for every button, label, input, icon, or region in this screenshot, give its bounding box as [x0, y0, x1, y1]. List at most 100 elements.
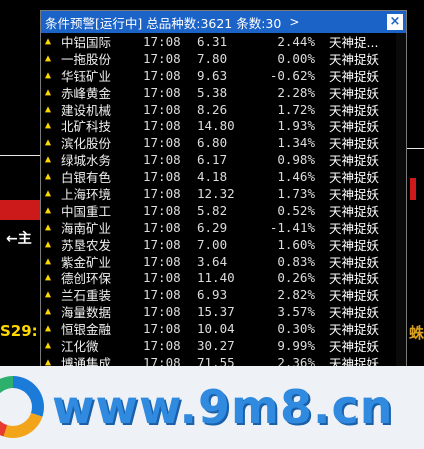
stock-price: 10.04 — [197, 321, 235, 337]
chart-candle — [0, 200, 40, 220]
alert-row[interactable]: ▲ 江化微 17:08 30.27 9.99% 天神捉妖 — [41, 337, 406, 354]
stock-price: 9.63 — [197, 67, 228, 83]
change-percent: 1.73% — [277, 185, 315, 201]
alert-row[interactable]: ▲ 恒银金融 17:08 10.04 0.30% 天神捉妖 — [41, 320, 406, 337]
up-arrow-icon: ▲ — [45, 306, 52, 318]
alert-row[interactable]: ▲ 上海环境 17:08 12.32 1.73% 天神捉妖 — [41, 185, 406, 202]
up-arrow-icon: ▲ — [45, 69, 52, 81]
stock-price: 14.80 — [197, 118, 235, 134]
stock-price: 30.27 — [197, 337, 235, 353]
alert-row[interactable]: ▲ 苏垦农发 17:08 7.00 1.60% 天神捉妖 — [41, 236, 406, 253]
alert-time: 17:08 — [143, 185, 181, 201]
stock-price: 6.93 — [197, 287, 228, 303]
alert-row[interactable]: ▲ 中国重工 17:08 5.82 0.52% 天神捉妖 — [41, 202, 406, 219]
window-title: 条件预警[运行中] 总品种数:3621 条数:30 — [45, 15, 282, 31]
alert-time: 17:08 — [143, 67, 181, 83]
alert-window[interactable]: 条件预警[运行中] 总品种数:3621 条数:30 > × ▲ 中铝国际 17:08… — [40, 10, 407, 370]
up-arrow-icon: ▲ — [45, 154, 52, 166]
stock-price: 11.40 — [197, 270, 235, 286]
alert-row[interactable]: ▲ 一拖股份 17:08 7.80 0.00% 天神捉妖 — [41, 50, 406, 67]
alert-row[interactable]: ▲ 海南矿业 17:08 6.29 -1.41% 天神捉妖 — [41, 219, 406, 236]
change-percent: 0.00% — [277, 50, 315, 66]
alert-row[interactable]: ▲ 紫金矿业 17:08 3.64 0.83% 天神捉妖 — [41, 253, 406, 270]
chart-line — [0, 155, 40, 156]
stock-price: 6.31 — [197, 33, 228, 49]
chart-label-code: S29: — [0, 322, 38, 340]
up-arrow-icon: ▲ — [45, 103, 52, 115]
alert-window-titlebar[interactable]: 条件预警[运行中] 总品种数:3621 条数:30 > — [41, 11, 406, 33]
change-percent: 1.60% — [277, 236, 315, 252]
stock-price: 6.29 — [197, 219, 228, 235]
change-percent: 2.44% — [277, 33, 315, 49]
alert-time: 17:08 — [143, 118, 181, 134]
up-arrow-icon: ▲ — [45, 339, 52, 351]
alert-row[interactable]: ▲ 白银有色 17:08 4.18 1.46% 天神捉妖 — [41, 168, 406, 185]
alert-time: 17:08 — [143, 270, 181, 286]
up-arrow-icon: ▲ — [45, 86, 52, 98]
site-logo — [0, 376, 44, 438]
alert-row[interactable]: ▲ 海量数据 17:08 15.37 3.57% 天神捉妖 — [41, 303, 406, 320]
change-percent: 0.26% — [277, 270, 315, 286]
expand-arrow-icon[interactable]: > — [289, 15, 299, 29]
stock-price: 12.32 — [197, 185, 235, 201]
chart-label-right: 蛛 — [409, 324, 424, 342]
alert-row[interactable]: ▲ 兰石重装 17:08 6.93 2.82% 天神捉妖 — [41, 286, 406, 303]
alert-time: 17:08 — [143, 337, 181, 353]
alert-time: 17:08 — [143, 101, 181, 117]
up-arrow-icon: ▲ — [45, 137, 52, 149]
close-button[interactable]: × — [387, 14, 403, 30]
change-percent: 9.99% — [277, 337, 315, 353]
up-arrow-icon: ▲ — [45, 171, 52, 183]
change-percent: 1.46% — [277, 169, 315, 185]
alert-time: 17:08 — [143, 84, 181, 100]
change-percent: 2.82% — [277, 287, 315, 303]
alert-time: 17:08 — [143, 33, 181, 49]
stock-price: 6.80 — [197, 135, 228, 151]
up-arrow-icon: ▲ — [45, 204, 52, 216]
chart-line — [407, 148, 424, 149]
stock-price: 5.82 — [197, 202, 228, 218]
change-percent: -0.62% — [269, 67, 315, 83]
stock-price: 7.80 — [197, 50, 228, 66]
alert-time: 17:08 — [143, 253, 181, 269]
change-percent: 0.98% — [277, 152, 315, 168]
change-percent: 3.57% — [277, 304, 315, 320]
alert-row[interactable]: ▲ 绿城水务 17:08 6.17 0.98% 天神捉妖 — [41, 151, 406, 168]
stock-price: 6.17 — [197, 152, 228, 168]
change-percent: 1.93% — [277, 118, 315, 134]
stock-price: 5.38 — [197, 84, 228, 100]
up-arrow-icon: ▲ — [45, 323, 52, 335]
up-arrow-icon: ▲ — [45, 238, 52, 250]
up-arrow-icon: ▲ — [45, 272, 52, 284]
alert-time: 17:08 — [143, 219, 181, 235]
alert-list[interactable]: ▲ 中铝国际 17:08 6.31 2.44% 天神捉... ▲ 一拖股份 17:08 7.80 0… — [41, 33, 406, 369]
stock-price: 3.64 — [197, 253, 228, 269]
up-arrow-icon: ▲ — [45, 120, 52, 132]
chart-label-main: ←主 — [6, 231, 32, 247]
up-arrow-icon: ▲ — [45, 52, 52, 64]
alert-time: 17:08 — [143, 304, 181, 320]
alert-time: 17:08 — [143, 169, 181, 185]
alert-time: 17:08 — [143, 236, 181, 252]
stock-price: 8.26 — [197, 101, 228, 117]
up-arrow-icon: ▲ — [45, 35, 52, 47]
up-arrow-icon: ▲ — [45, 221, 52, 233]
watermark-banner: www.9m8.cn — [0, 366, 424, 449]
alert-time: 17:08 — [143, 202, 181, 218]
alert-row[interactable]: ▲ 华钰矿业 17:08 9.63 -0.62% 天神捉妖 — [41, 67, 406, 84]
alert-time: 17:08 — [143, 152, 181, 168]
scrollbar[interactable] — [396, 33, 406, 369]
stock-price: 4.18 — [197, 169, 228, 185]
change-percent: 1.72% — [277, 101, 315, 117]
alert-row[interactable]: ▲ 德创环保 17:08 11.40 0.26% 天神捉妖 — [41, 269, 406, 286]
alert-row[interactable]: ▲ 赤峰黄金 17:08 5.38 2.28% 天神捉妖 — [41, 84, 406, 101]
alert-time: 17:08 — [143, 321, 181, 337]
up-arrow-icon: ▲ — [45, 255, 52, 267]
alert-row[interactable]: ▲ 滨化股份 17:08 6.80 1.34% 天神捉妖 — [41, 134, 406, 151]
stock-price: 15.37 — [197, 304, 235, 320]
alert-row[interactable]: ▲ 建设机械 17:08 8.26 1.72% 天神捉妖 — [41, 101, 406, 118]
alert-row[interactable]: ▲ 北矿科技 17:08 14.80 1.93% 天神捉妖 — [41, 117, 406, 134]
up-arrow-icon: ▲ — [45, 289, 52, 301]
alert-time: 17:08 — [143, 50, 181, 66]
alert-row[interactable]: ▲ 中铝国际 17:08 6.31 2.44% 天神捉... — [41, 33, 406, 50]
